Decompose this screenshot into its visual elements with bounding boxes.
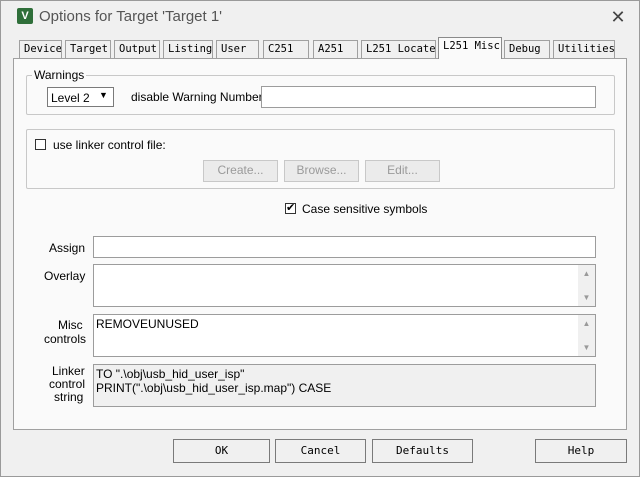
misc-controls-value: REMOVEUNUSED [96,317,199,331]
tab-target[interactable]: Target [65,40,111,59]
linker-string-label-1: Linker [52,364,85,378]
tab-c251[interactable]: C251 [263,40,309,59]
misc-controls-label-2: controls [44,332,87,346]
cancel-button[interactable]: Cancel [275,439,366,463]
warnings-group-label: Warnings [32,68,87,82]
window-title: Options for Target 'Target 1' [39,8,223,25]
defaults-button[interactable]: Defaults [372,439,473,463]
use-linker-control-checkbox[interactable] [35,139,46,150]
scroll-down-icon[interactable]: ▼ [578,291,595,305]
linker-string-line-2: PRINT(".\obj\usb_hid_user_isp.map") CASE [96,381,332,395]
chevron-down-icon: ▼ [99,90,108,100]
disable-warnings-label: disable Warning Numbers: [131,90,272,104]
tab-l251-misc[interactable]: L251 Misc [438,37,502,59]
linker-string-label-2: control [49,377,86,391]
use-linker-control-label: use linker control file: [53,138,166,152]
tab-device[interactable]: Device [19,40,62,59]
overlay-textarea[interactable]: ▲ ▼ [93,264,596,307]
assign-input[interactable] [93,236,596,258]
linker-string-label-3: string [54,390,84,404]
tab-debug[interactable]: Debug [504,40,550,59]
case-sensitive-label: Case sensitive symbols [302,202,428,216]
app-icon: V [17,8,33,24]
tab-listing[interactable]: Listing [163,40,213,59]
help-button[interactable]: Help [535,439,627,463]
tab-output[interactable]: Output [114,40,160,59]
scroll-up-icon[interactable]: ▲ [578,267,595,281]
create-button[interactable]: Create... [203,160,278,182]
tab-l251-locate[interactable]: L251 Locate [361,40,436,59]
misc-controls-textarea[interactable]: REMOVEUNUSED ▲ ▼ [93,314,596,357]
linker-string-line-1: TO ".\obj\usb_hid_user_isp" [96,367,245,381]
overlay-scrollbar[interactable]: ▲ ▼ [578,265,595,306]
misc-controls-label-1: Misc [58,318,83,332]
scroll-down-icon[interactable]: ▼ [578,341,595,355]
overlay-label: Overlay [44,269,86,283]
browse-button[interactable]: Browse... [284,160,359,182]
linker-control-string[interactable]: TO ".\obj\usb_hid_user_isp" PRINT(".\obj… [93,364,596,407]
assign-label: Assign [49,241,86,255]
scroll-up-icon[interactable]: ▲ [578,317,595,331]
title-bar: V Options for Target 'Target 1' ✕ [1,1,639,33]
tab-user[interactable]: User [216,40,259,59]
disable-warnings-input[interactable] [261,86,596,108]
case-sensitive-checkbox[interactable] [285,201,296,214]
close-icon[interactable]: ✕ [605,5,631,29]
linker-scrollbar[interactable] [578,365,595,406]
options-dialog: V Options for Target 'Target 1' ✕ Device… [0,0,640,477]
warning-level-value: Level 2 [51,91,90,105]
misc-scrollbar[interactable]: ▲ ▼ [578,315,595,356]
tab-utilities[interactable]: Utilities [553,40,615,59]
warning-level-select[interactable]: Level 2 ▼ [47,87,114,107]
ok-button[interactable]: OK [173,439,270,463]
edit-button[interactable]: Edit... [365,160,440,182]
tab-a251[interactable]: A251 [313,40,358,59]
